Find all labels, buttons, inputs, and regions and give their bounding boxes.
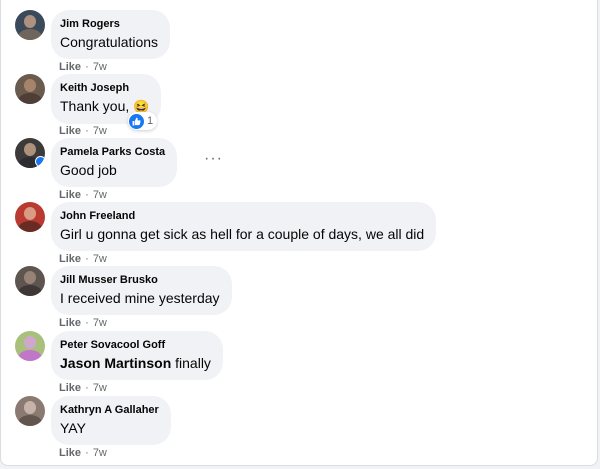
like-thumb-icon <box>129 113 144 129</box>
meta-separator: · <box>85 317 89 329</box>
comments-panel: Jim Rogers Congratulations Like · 7w Kei… <box>0 0 598 466</box>
avatar[interactable] <box>15 331 45 361</box>
comment-bubble: Jill Musser Brusko I received mine yeste… <box>51 266 232 315</box>
comment-timestamp[interactable]: 7w <box>93 61 107 73</box>
like-button[interactable]: Like <box>59 317 81 329</box>
comment-meta: Like · 7w <box>59 61 107 73</box>
comment-item: Jim Rogers Congratulations Like · 7w <box>15 10 585 74</box>
comment-item: John Freeland Girl u gonna get sick as h… <box>15 202 585 266</box>
comment-author[interactable]: John Freeland <box>60 209 424 223</box>
avatar[interactable] <box>15 10 45 40</box>
like-button[interactable]: Like <box>59 125 81 137</box>
avatar[interactable] <box>15 74 45 104</box>
like-button[interactable]: Like <box>59 253 81 265</box>
meta-separator: · <box>85 61 89 73</box>
meta-separator: · <box>85 253 89 265</box>
comment-meta: Like · 7w <box>59 125 107 137</box>
comment-text: Girl u gonna get sick as hell for a coup… <box>60 226 425 242</box>
like-button[interactable]: Like <box>59 447 81 459</box>
comment-text: Thank you, <box>60 98 130 114</box>
like-button[interactable]: Like <box>59 61 81 73</box>
comment-meta: Like · 7w <box>59 189 107 201</box>
meta-separator: · <box>85 382 89 394</box>
comment-timestamp[interactable]: 7w <box>93 382 107 394</box>
comment-text: Congratulations <box>60 34 159 50</box>
comment-bubble: Peter Sovacool Goff Jason Martinson fina… <box>51 331 223 380</box>
comment-timestamp[interactable]: 7w <box>93 253 107 265</box>
comment-item: Peter Sovacool Goff Jason Martinson fina… <box>15 331 585 395</box>
more-options-icon[interactable]: ··· <box>204 150 223 168</box>
like-button[interactable]: Like <box>59 382 81 394</box>
comment-bubble: Jim Rogers Congratulations <box>51 10 171 59</box>
comment-author[interactable]: Keith Joseph <box>60 81 149 95</box>
comment-text: I received mine yesterday <box>60 290 220 306</box>
like-button[interactable]: Like <box>59 189 81 201</box>
comment-text: finally <box>171 355 211 371</box>
comment-item: Keith Joseph Thank you, 😆 1 Like · 7w <box>15 74 585 138</box>
comment-meta: Like · 7w <box>59 253 107 265</box>
comment-timestamp[interactable]: 7w <box>93 189 107 201</box>
avatar[interactable] <box>15 266 45 296</box>
comment-text: Good job <box>60 162 117 178</box>
mention-link[interactable]: Jason Martinson <box>60 355 171 371</box>
online-status-icon <box>35 156 45 167</box>
comment-timestamp[interactable]: 7w <box>93 317 107 329</box>
comment-meta: Like · 7w <box>59 382 107 394</box>
reaction-summary[interactable]: 1 <box>128 112 158 130</box>
reaction-count: 1 <box>147 115 154 127</box>
meta-separator: · <box>85 189 89 201</box>
comment-meta: Like · 7w <box>59 447 107 459</box>
comment-text-row: Jason Martinson finally <box>60 354 211 372</box>
comment-author[interactable]: Pamela Parks Costa <box>60 145 165 159</box>
comment-author[interactable]: Jim Rogers <box>60 17 158 31</box>
comment-author[interactable]: Jill Musser Brusko <box>60 273 220 287</box>
comment-bubble: John Freeland Girl u gonna get sick as h… <box>51 202 437 251</box>
comment-author[interactable]: Peter Sovacool Goff <box>60 338 211 352</box>
comment-bubble: Pamela Parks Costa Good job <box>51 138 178 187</box>
meta-separator: · <box>85 125 89 137</box>
comment-text: YAY <box>60 420 86 436</box>
avatar[interactable] <box>15 138 45 168</box>
comment-item: Kathryn A Gallaher YAY Like · 7w <box>15 396 585 460</box>
avatar[interactable] <box>15 202 45 232</box>
comment-author[interactable]: Kathryn A Gallaher <box>60 403 159 417</box>
comment-item: Pamela Parks Costa Good job ··· Like · 7… <box>15 138 585 202</box>
avatar[interactable] <box>15 396 45 426</box>
meta-separator: · <box>85 447 89 459</box>
comment-timestamp[interactable]: 7w <box>93 447 107 459</box>
comment-timestamp[interactable]: 7w <box>93 125 107 137</box>
comment-bubble: Kathryn A Gallaher YAY <box>51 396 171 445</box>
comment-item: Jill Musser Brusko I received mine yeste… <box>15 266 585 330</box>
comment-meta: Like · 7w <box>59 317 107 329</box>
